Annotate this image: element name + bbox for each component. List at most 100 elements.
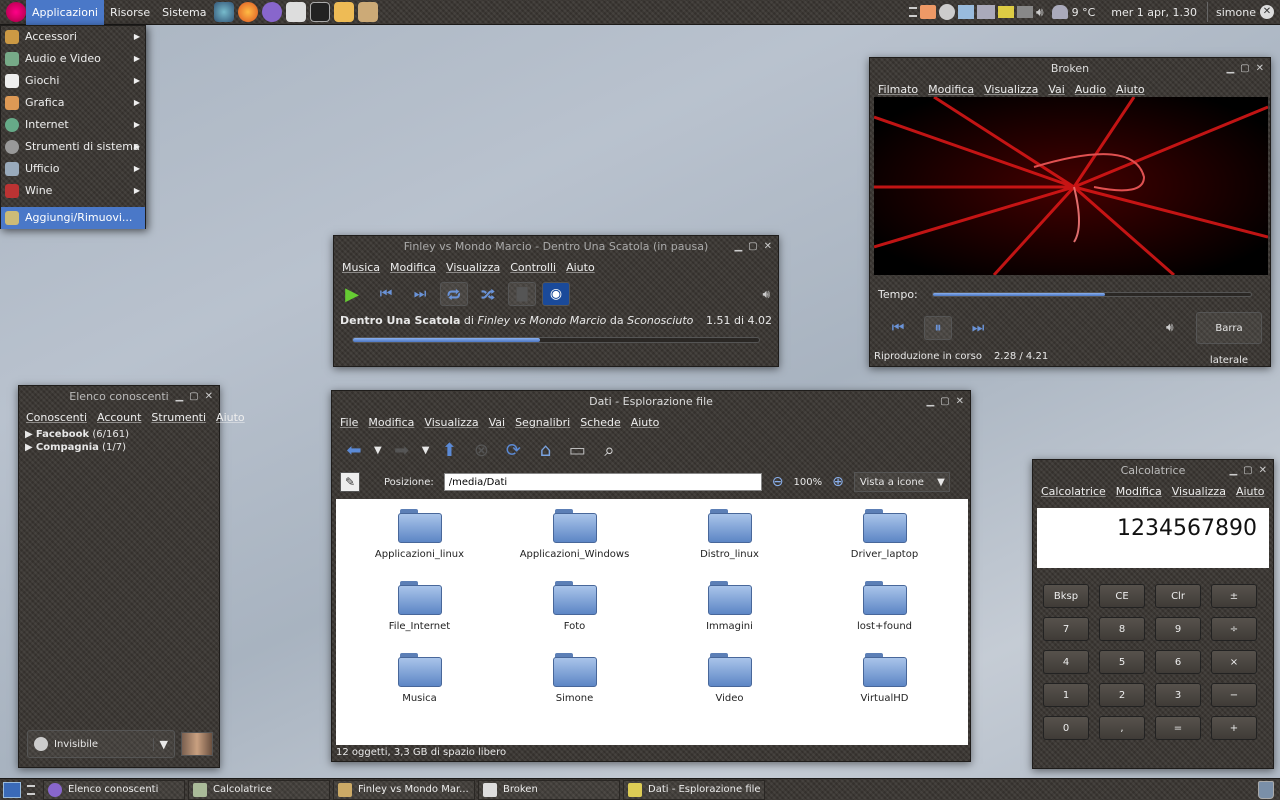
firefox-icon[interactable]: [238, 2, 259, 22]
package-icon[interactable]: [334, 2, 355, 22]
user-name[interactable]: simone: [1216, 6, 1256, 19]
folder-item[interactable]: Driver_laptop: [807, 509, 962, 581]
edit-location-icon[interactable]: ✎: [340, 472, 360, 492]
menu-vai[interactable]: Vai: [489, 413, 505, 433]
update-icon[interactable]: [939, 4, 956, 20]
menu-visualizza[interactable]: Visualizza: [424, 413, 478, 433]
maximize-icon[interactable]: ▢: [1240, 58, 1249, 80]
show-desktop-icon[interactable]: [3, 781, 21, 798]
menu-visualizza[interactable]: Visualizza: [1172, 482, 1226, 502]
calc-key-button[interactable]: ÷: [1211, 617, 1257, 641]
zoom-in-icon[interactable]: ⊕: [832, 474, 844, 490]
view-mode-select[interactable]: Vista a icone ▼: [853, 472, 950, 492]
browse-button[interactable]: ▇: [508, 282, 536, 306]
close-icon[interactable]: ✕: [956, 391, 964, 413]
pidgin-icon[interactable]: [262, 2, 283, 22]
previous-button[interactable]: ⏮: [372, 282, 400, 306]
location-input[interactable]: [443, 473, 762, 491]
folder-tray-icon[interactable]: [998, 6, 1015, 18]
volume-icon[interactable]: 🔊︎: [1036, 5, 1044, 20]
folder-item[interactable]: Immagini: [652, 581, 807, 653]
shutdown-icon[interactable]: ✕: [1260, 5, 1274, 19]
folder-item[interactable]: Simone: [497, 653, 652, 725]
display-icon[interactable]: [958, 5, 975, 19]
contact-group-facebook[interactable]: ▶ Facebook (6/161): [19, 428, 219, 441]
battery-icon[interactable]: [1017, 6, 1034, 18]
menu-item-accessori[interactable]: Accessori ▶: [1, 26, 145, 48]
folder-item[interactable]: Applicazioni_Windows: [497, 509, 652, 581]
close-icon[interactable]: ✕: [1256, 58, 1264, 80]
window-titlebar[interactable]: Broken ▁ ▢ ✕: [870, 58, 1270, 80]
folder-item[interactable]: Video: [652, 653, 807, 725]
list-icon[interactable]: [909, 7, 918, 17]
task-file-browser[interactable]: Dati - Esplorazione file: [623, 779, 765, 800]
menu-visualizza[interactable]: Visualizza: [446, 258, 500, 278]
minimize-icon[interactable]: ▁: [1229, 460, 1237, 482]
applet-icon[interactable]: [358, 2, 379, 22]
menu-modifica[interactable]: Modifica: [368, 413, 414, 433]
menu-strumenti[interactable]: Strumenti: [151, 408, 206, 428]
menu-applicazioni[interactable]: Applicazioni: [26, 0, 104, 25]
minimize-icon[interactable]: ▁: [926, 391, 934, 413]
menu-aiuto[interactable]: Aiuto: [1236, 482, 1265, 502]
calc-key-button[interactable]: Bksp: [1043, 584, 1089, 608]
folder-item[interactable]: lost+found: [807, 581, 962, 653]
music-progress-bar[interactable]: [352, 337, 760, 343]
folder-item[interactable]: File_Internet: [342, 581, 497, 653]
calc-key-button[interactable]: 1: [1043, 683, 1089, 707]
video-progress-bar[interactable]: [932, 292, 1252, 297]
weather-temp[interactable]: 9 °C: [1072, 6, 1096, 19]
calc-key-button[interactable]: ±: [1211, 584, 1257, 608]
calc-key-button[interactable]: −: [1211, 683, 1257, 707]
network-icon[interactable]: [977, 5, 996, 19]
buddy-avatar[interactable]: [181, 732, 213, 756]
stop-icon[interactable]: ⊗: [469, 438, 493, 462]
menu-aiuto[interactable]: Aiuto: [631, 413, 660, 433]
calc-key-button[interactable]: 6: [1155, 650, 1201, 674]
up-arrow-icon[interactable]: ⬆: [437, 438, 461, 462]
folder-item[interactable]: Musica: [342, 653, 497, 725]
close-icon[interactable]: ✕: [1259, 460, 1267, 482]
contact-group-compagnia[interactable]: ▶ Compagnia (1/7): [19, 441, 219, 454]
expander-icon[interactable]: ▶: [25, 442, 33, 453]
home-folder-icon[interactable]: ⌂: [533, 438, 557, 462]
menu-item-giochi[interactable]: Giochi ▶: [1, 70, 145, 92]
calc-key-button[interactable]: 4: [1043, 650, 1089, 674]
expander-icon[interactable]: ▶: [25, 429, 33, 440]
pause-button[interactable]: ⏸: [924, 316, 952, 340]
menu-file[interactable]: File: [340, 413, 358, 433]
video-display[interactable]: [874, 97, 1268, 275]
window-titlebar[interactable]: Dati - Esplorazione file ▁ ▢ ✕: [332, 391, 970, 413]
zoom-out-icon[interactable]: ⊖: [772, 474, 784, 490]
applications-logo-icon[interactable]: [6, 2, 26, 22]
maximize-icon[interactable]: ▢: [1243, 460, 1252, 482]
window-titlebar[interactable]: Finley vs Mondo Marcio - Dentro Una Scat…: [334, 236, 778, 258]
folder-item[interactable]: Distro_linux: [652, 509, 807, 581]
menu-aiuto[interactable]: Aiuto: [216, 408, 245, 428]
volume-icon[interactable]: 🔊︎: [1166, 320, 1174, 335]
menu-item-audio-video[interactable]: Audio e Video ▶: [1, 48, 145, 70]
clock[interactable]: mer 1 apr, 1.30: [1111, 6, 1197, 19]
status-selector[interactable]: Invisibile ▼: [27, 730, 175, 758]
maximize-icon[interactable]: ▢: [748, 236, 757, 258]
menu-modifica[interactable]: Modifica: [390, 258, 436, 278]
calc-key-button[interactable]: 2: [1099, 683, 1145, 707]
back-arrow-icon[interactable]: ⬅: [342, 438, 366, 462]
search-icon[interactable]: ⌕: [597, 438, 621, 462]
dropdown-arrow-icon[interactable]: ▼: [152, 737, 174, 751]
next-button[interactable]: ⏭: [964, 316, 992, 340]
menu-schede[interactable]: Schede: [580, 413, 621, 433]
forward-history-dropdown-icon[interactable]: ▼: [422, 445, 430, 456]
menu-conoscenti[interactable]: Conoscenti: [26, 408, 87, 428]
repeat-button[interactable]: 🔁︎: [440, 282, 468, 306]
close-icon[interactable]: ✕: [205, 386, 213, 408]
menu-musica[interactable]: Musica: [342, 258, 380, 278]
menu-item-add-remove[interactable]: Aggiungi/Rimuovi...: [1, 207, 145, 229]
folder-item[interactable]: Foto: [497, 581, 652, 653]
folder-item[interactable]: VirtualHD: [807, 653, 962, 725]
calc-key-button[interactable]: 5: [1099, 650, 1145, 674]
calc-key-button[interactable]: ×: [1211, 650, 1257, 674]
tray-app-icon[interactable]: [920, 5, 937, 19]
menu-item-wine[interactable]: Wine ▶: [1, 180, 145, 202]
minimize-icon[interactable]: ▁: [1226, 58, 1234, 80]
